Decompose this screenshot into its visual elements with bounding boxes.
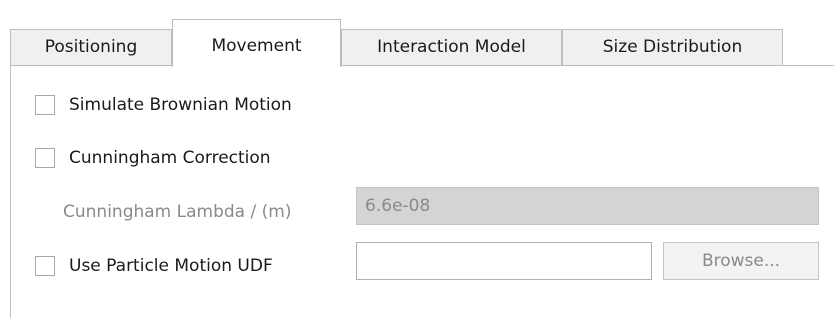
tab-size-distribution[interactable]: Size Distribution: [562, 29, 783, 66]
cunningham-label: Cunningham Correction: [69, 148, 271, 168]
cunningham-lambda-field[interactable]: 6.6e-08: [356, 187, 819, 225]
cunningham-lambda-label: Cunningham Lambda / (m): [63, 202, 292, 222]
tab-movement[interactable]: Movement: [172, 19, 341, 67]
brownian-checkbox[interactable]: [35, 95, 55, 115]
udf-row: Use Particle Motion UDF: [35, 253, 273, 279]
tab-pane-left-border: [10, 65, 11, 318]
cunningham-checkbox[interactable]: [35, 148, 55, 168]
browse-button[interactable]: Browse...: [663, 242, 819, 280]
tab-positioning[interactable]: Positioning: [10, 29, 172, 66]
udf-checkbox[interactable]: [35, 256, 55, 276]
brownian-label: Simulate Brownian Motion: [69, 95, 292, 115]
tab-bar: Positioning Movement Interaction Model S…: [10, 19, 834, 67]
tab-interaction-model[interactable]: Interaction Model: [341, 29, 562, 66]
cunningham-row: Cunningham Correction: [35, 145, 271, 171]
tab-pane-border: [10, 65, 834, 66]
udf-label: Use Particle Motion UDF: [69, 256, 273, 276]
brownian-row: Simulate Brownian Motion: [35, 92, 292, 118]
udf-path-input[interactable]: [356, 242, 652, 280]
